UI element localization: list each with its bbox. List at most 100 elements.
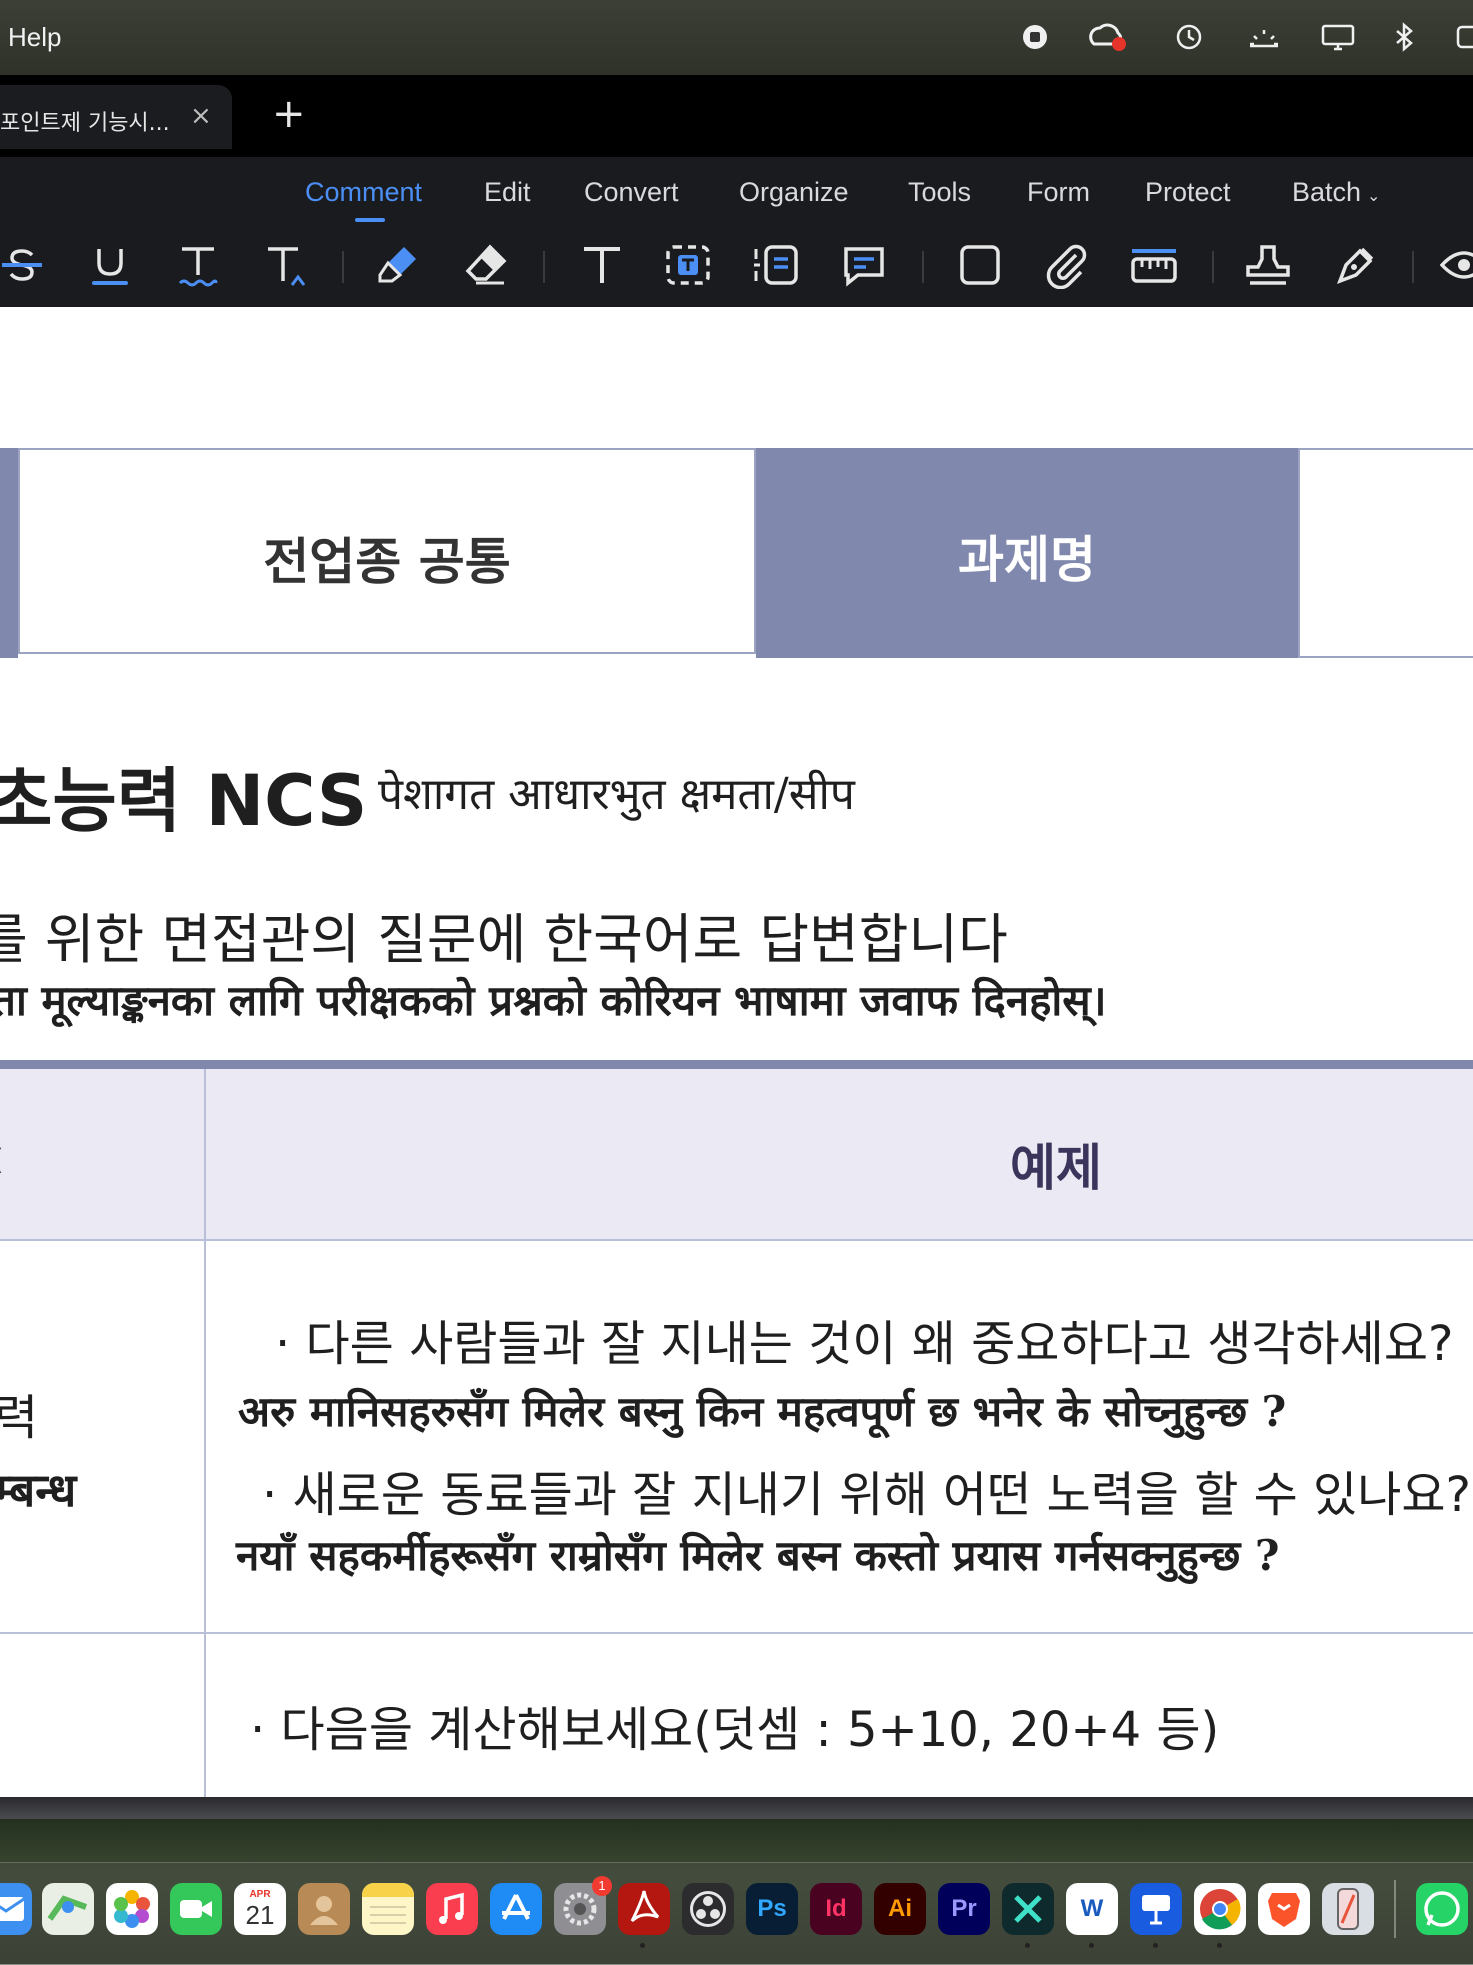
table-top-border — [0, 1060, 1473, 1069]
document-tab[interactable]: 포인트제 기능시... × — [0, 85, 232, 149]
nav-organize[interactable]: Organize — [739, 177, 849, 208]
underline-icon[interactable] — [86, 241, 134, 289]
text-insert-icon[interactable] — [262, 241, 310, 289]
stamp-icon[interactable] — [1244, 241, 1292, 289]
header-all-industries-text: 전업종 공통 — [263, 533, 511, 591]
note-icon[interactable] — [840, 241, 888, 289]
table-row-divider — [0, 1632, 1473, 1634]
music-icon[interactable] — [426, 1883, 478, 1935]
maps-icon[interactable] — [42, 1883, 94, 1935]
running-indicator — [640, 1943, 645, 1948]
whatsapp-icon[interactable] — [1416, 1883, 1468, 1935]
illustrator-label: Ai — [888, 1895, 912, 1922]
new-tab-button[interactable]: + — [272, 91, 306, 137]
signature-icon[interactable] — [1332, 241, 1380, 289]
nav-batch-label: Batch — [1292, 177, 1362, 207]
document-tab-title: 포인트제 기능시... — [0, 111, 170, 136]
notes-icon[interactable] — [362, 1883, 414, 1935]
toolbar-divider — [1212, 251, 1214, 283]
row1-question2-ne: नयाँ सहकर्मीहरूसँग राम्रोसँग मिलेर बस्न … — [236, 1531, 1280, 1580]
settings-badge: 1 — [592, 1876, 612, 1896]
display-icon[interactable] — [1320, 22, 1355, 52]
running-indicator — [1025, 1943, 1030, 1948]
nav-form[interactable]: Form — [1027, 177, 1090, 208]
squiggly-underline-icon[interactable] — [174, 241, 222, 289]
chevron-down-icon: ⌄ — [1367, 188, 1381, 205]
running-indicator — [1217, 1943, 1222, 1948]
section-heading-ko: 초능력 NCS — [0, 760, 368, 842]
indesign-label: Id — [825, 1895, 847, 1922]
eye-icon[interactable] — [1439, 241, 1473, 289]
stop-recording-icon[interactable] — [1018, 22, 1052, 52]
facetime-icon[interactable] — [170, 1883, 222, 1935]
toolbar-divider — [543, 251, 545, 283]
nav-comment[interactable]: Comment — [305, 177, 422, 208]
calendar-day: 21 — [245, 1900, 275, 1930]
indesign-icon[interactable]: Id — [810, 1883, 862, 1935]
header-task-name-text: 과제명 — [958, 531, 1096, 589]
brave-icon[interactable] — [1258, 1883, 1310, 1935]
bluetooth-icon[interactable] — [1392, 22, 1426, 52]
table-header-example: 예제 — [1010, 1139, 1102, 1197]
time-machine-icon[interactable] — [1172, 22, 1206, 52]
toolbar-divider — [922, 251, 924, 283]
text-box-icon[interactable] — [664, 241, 712, 289]
menu-bar: Help — [0, 0, 1473, 75]
obs-icon[interactable] — [682, 1883, 734, 1935]
section-heading-ne: पेशागत आधारभुत क्षमता/सीप — [378, 769, 855, 820]
strikethrough-icon[interactable] — [0, 241, 46, 289]
photoshop-icon[interactable]: Ps — [746, 1883, 798, 1935]
calendar-icon[interactable]: APR 21 — [234, 1883, 286, 1935]
task-instruction-ne: ता मूल्याङ्कनका लागि परीक्षकको प्रश्नको … — [0, 976, 1107, 1025]
main-nav: Comment Edit Convert Organize Tools Form… — [0, 157, 1473, 227]
text-callout-icon[interactable] — [752, 241, 800, 289]
row2-question1-ko: · 다음을 계산해보세요(덧셈 : 5+10, 20+4 등) — [250, 1702, 1220, 1758]
contacts-icon[interactable] — [298, 1883, 350, 1935]
header-cell-task-name: 과제명 — [756, 448, 1298, 658]
task-instruction-ko: 를 위한 면접관의 질문에 한국어로 답변합니다 — [0, 908, 1008, 971]
measure-icon[interactable] — [1130, 241, 1178, 289]
app-store-icon[interactable] — [490, 1883, 542, 1935]
brightness-icon[interactable] — [1244, 22, 1278, 52]
toolbar-divider — [1412, 251, 1414, 283]
menu-help[interactable]: Help — [8, 22, 61, 53]
page-bottom-edge — [0, 1797, 1473, 1819]
dock-divider — [1394, 1880, 1396, 1938]
row1-question1-ko: · 다른 사람들과 잘 지내는 것이 왜 중요하다고 생각하세요? — [275, 1316, 1454, 1372]
chrome-icon[interactable] — [1194, 1883, 1246, 1935]
photos-icon[interactable] — [106, 1883, 158, 1935]
row1-category-ne: म्बन्ध — [0, 1463, 77, 1517]
table-row-divider — [0, 1239, 1473, 1241]
rectangle-icon[interactable] — [956, 241, 1004, 289]
table-header-left: ː — [0, 1130, 6, 1184]
nav-batch[interactable]: Batch ⌄ — [1292, 177, 1380, 208]
premiere-label: Pr — [951, 1895, 977, 1922]
creative-cloud-icon[interactable] — [1088, 22, 1126, 52]
filmora-icon[interactable] — [1002, 1883, 1054, 1935]
row1-category-ko: 력 — [0, 1390, 39, 1446]
word-icon[interactable]: W — [1066, 1883, 1118, 1935]
premiere-icon[interactable]: Pr — [938, 1883, 990, 1935]
illustrator-icon[interactable]: Ai — [874, 1883, 926, 1935]
mail-icon[interactable] — [0, 1883, 32, 1935]
iphone-mirroring-icon[interactable] — [1322, 1883, 1374, 1935]
header-cell-all-industries: 전업종 공통 — [18, 448, 756, 654]
battery-icon[interactable] — [1456, 22, 1473, 52]
flowchart-icon[interactable] — [1130, 1883, 1182, 1935]
running-indicator — [1153, 1943, 1158, 1948]
text-icon[interactable] — [578, 241, 626, 289]
header-fill-strip — [0, 448, 18, 658]
attachment-icon[interactable] — [1042, 241, 1090, 290]
nav-protect[interactable]: Protect — [1145, 177, 1231, 208]
nav-tools[interactable]: Tools — [908, 177, 971, 208]
eraser-icon[interactable] — [462, 241, 510, 289]
close-tab-icon[interactable]: × — [190, 101, 212, 131]
nav-convert[interactable]: Convert — [584, 177, 679, 208]
toolbar-divider — [342, 251, 344, 283]
running-indicator — [1089, 1943, 1094, 1948]
highlighter-icon[interactable] — [374, 241, 422, 289]
acrobat-icon[interactable] — [618, 1883, 670, 1935]
table-header-row — [0, 1069, 1473, 1239]
nav-edit[interactable]: Edit — [484, 177, 531, 208]
row1-question2-ko: · 새로운 동료들과 잘 지내기 위해 어떤 노력을 할 수 있나요? — [262, 1467, 1471, 1523]
